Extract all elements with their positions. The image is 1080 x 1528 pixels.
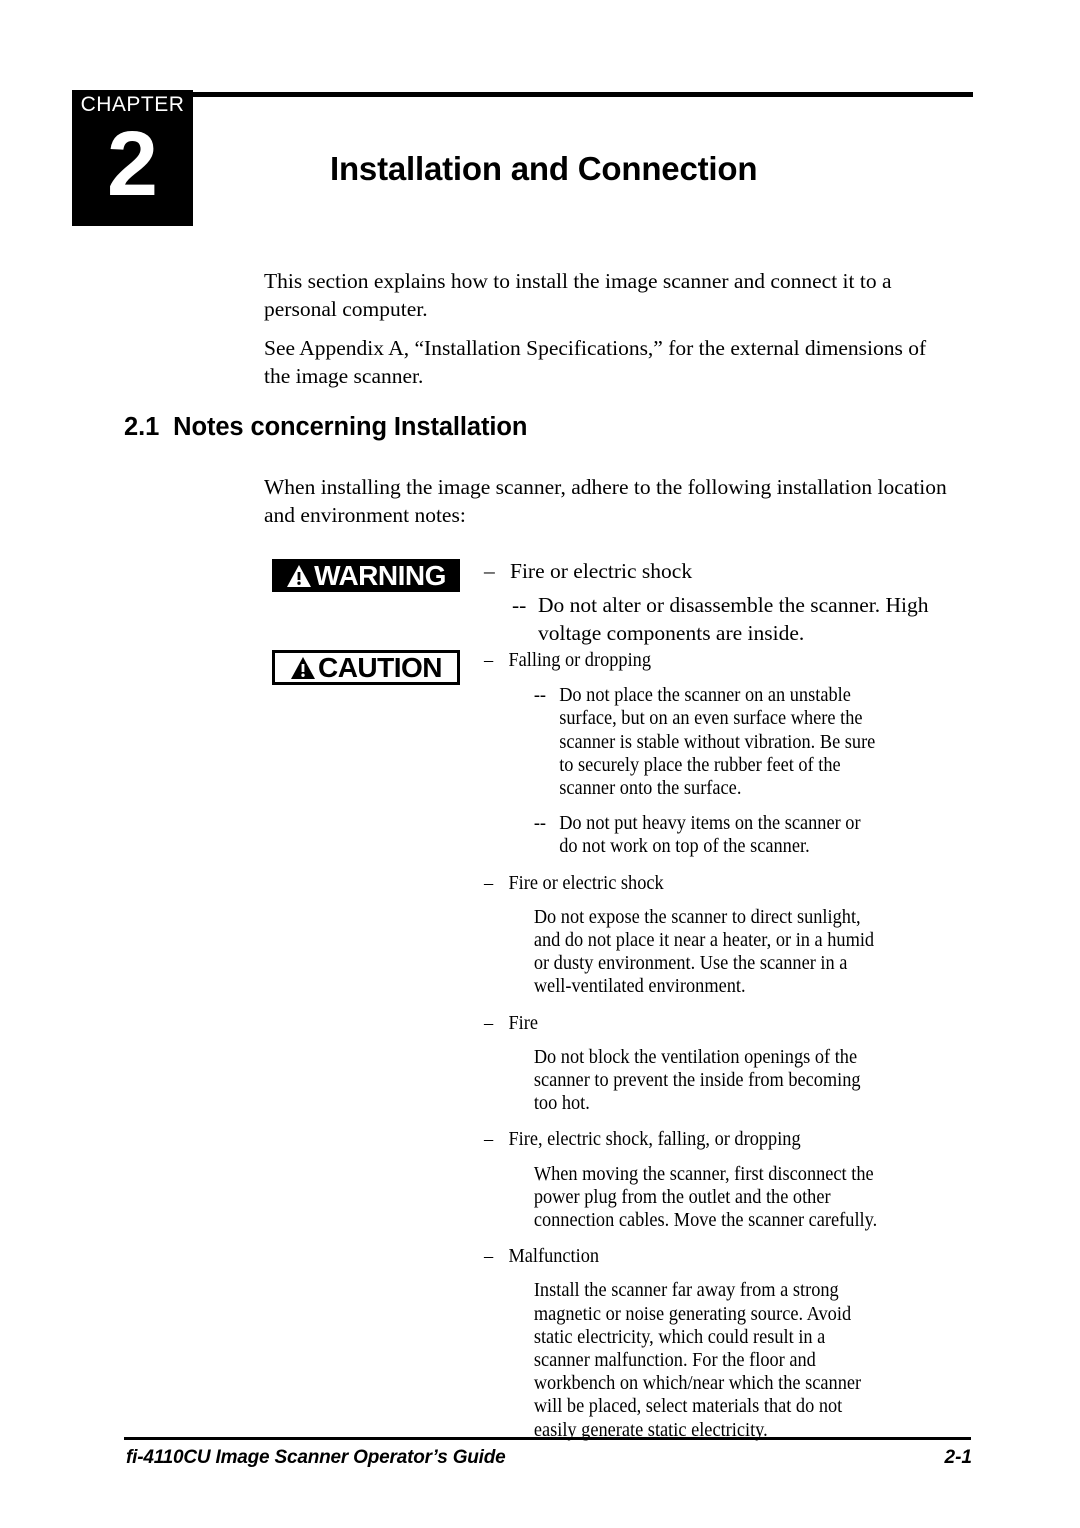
caution-item: – Malfunction Install the scanner far aw… <box>484 1245 879 1442</box>
intro-paragraph-2: See Appendix A, “Installation Specificat… <box>264 335 927 388</box>
warning-content: – Fire or electric shock -- Do not alter… <box>484 557 954 647</box>
chapter-label: CHAPTER <box>80 93 185 116</box>
section-heading: 2.1 Notes concerning Installation <box>124 413 527 442</box>
footer-divider <box>124 1437 971 1440</box>
caution-item-body: When moving the scanner, first disconnec… <box>533 1163 878 1232</box>
list-dash: -- <box>512 593 527 617</box>
list-dash: -- <box>533 685 547 707</box>
section-heading-text: Notes concerning Installation <box>173 413 528 442</box>
caution-subitem-text: Do not put heavy items on the scanner or… <box>559 813 861 858</box>
header-divider <box>193 92 973 97</box>
warning-item: – Fire or electric shock <box>484 557 954 585</box>
chapter-marker: CHAPTER 2 <box>72 90 193 226</box>
list-dash: – <box>484 650 494 671</box>
section-number: 2.1 <box>124 413 160 442</box>
caution-badge: CAUTION <box>272 650 460 685</box>
caution-content: – Falling or dropping -- Do not place th… <box>484 649 879 1442</box>
caution-label: CAUTION <box>317 651 443 683</box>
caution-subitem: -- Do not place the scanner on an unstab… <box>534 684 879 800</box>
list-dash: – <box>484 1129 494 1151</box>
caution-item: – Falling or dropping -- Do not place th… <box>484 649 879 859</box>
intro-paragraph-1: This section explains how to install the… <box>264 268 892 321</box>
warning-item-title: Fire or electric shock <box>510 559 693 583</box>
list-dash: – <box>484 559 495 583</box>
document-page: CHAPTER 2 Installation and Connection Th… <box>0 0 1080 1528</box>
caution-item: – Fire Do not block the ventilation open… <box>484 1012 879 1116</box>
warning-subitem: -- Do not alter or disassemble the scann… <box>512 591 954 647</box>
warning-subitem-text: Do not alter or disassemble the scanner.… <box>538 593 929 645</box>
warning-triangle-icon <box>290 656 315 679</box>
caution-item-title: Fire, electric shock, falling, or droppi… <box>508 1129 801 1151</box>
chapter-number: 2 <box>106 113 159 215</box>
footer-document-title: fi-4110CU Image Scanner Operator’s Guide <box>126 1447 506 1468</box>
list-dash: -- <box>533 813 547 835</box>
caution-item-title: Malfunction <box>508 1246 600 1268</box>
list-dash: – <box>484 1246 494 1268</box>
section-intro-paragraph: When installing the image scanner, adher… <box>264 474 947 527</box>
list-dash: – <box>484 1012 494 1034</box>
page-title: Installation and Connection <box>330 150 758 188</box>
caution-subitem: -- Do not put heavy items on the scanner… <box>534 812 879 858</box>
warning-label: WARNING <box>314 559 446 591</box>
caution-item-body: Do not expose the scanner to direct sunl… <box>533 906 875 998</box>
caution-item: – Fire, electric shock, falling, or drop… <box>484 1128 879 1232</box>
caution-item-body: Install the scanner far away from a stro… <box>533 1280 862 1441</box>
caution-item: – Fire or electric shock Do not expose t… <box>484 872 879 999</box>
warning-badge: WARNING <box>272 559 460 592</box>
caution-item-title: Fire <box>508 1012 538 1034</box>
caution-item-title: Fire or electric shock <box>508 872 664 894</box>
list-dash: – <box>484 872 494 894</box>
caution-subitem-text: Do not place the scanner on an unstable … <box>559 685 876 800</box>
warning-triangle-icon <box>287 564 312 587</box>
caution-item-title: Falling or dropping <box>508 650 652 671</box>
footer-page-number: 2-1 <box>944 1447 972 1468</box>
caution-item-body: Do not block the ventilation openings of… <box>533 1046 861 1115</box>
